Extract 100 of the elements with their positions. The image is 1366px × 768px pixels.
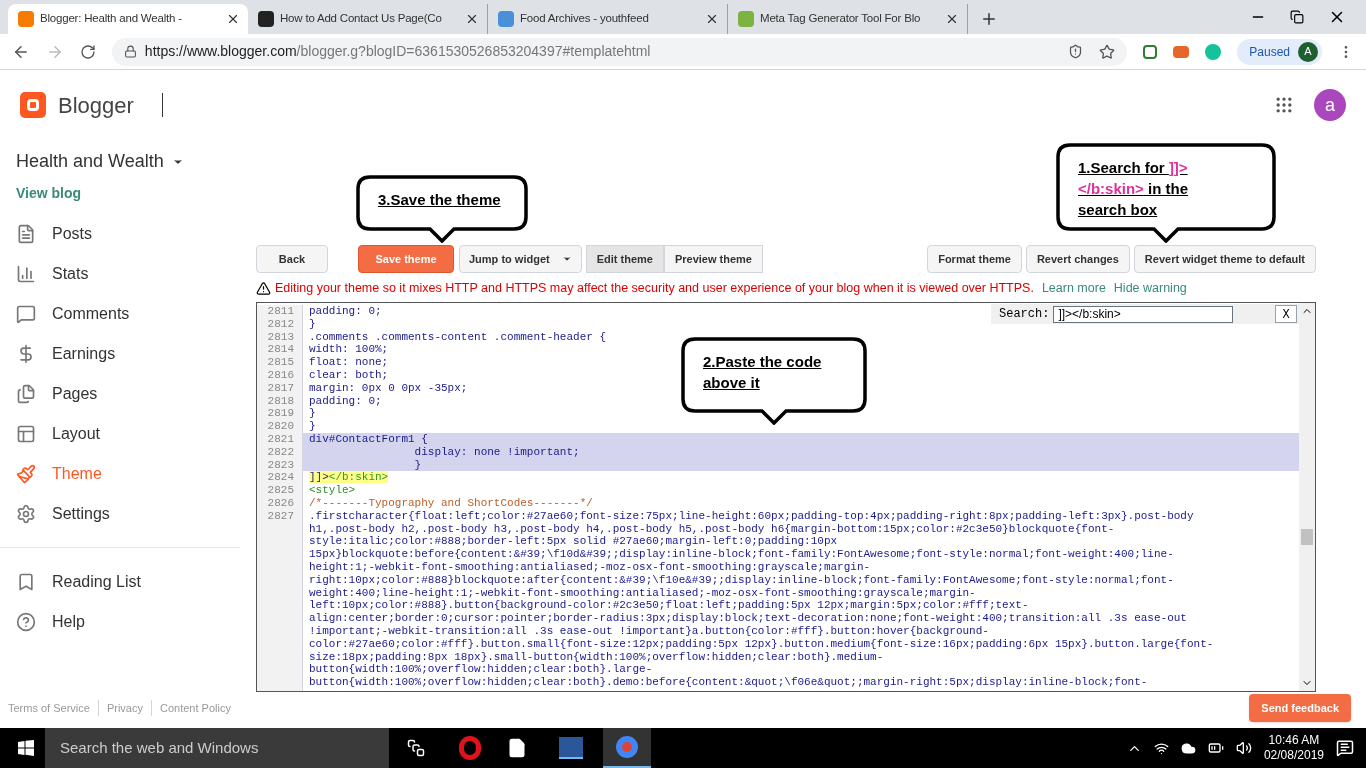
file-icon[interactable] xyxy=(507,738,527,758)
paintbrush-icon xyxy=(16,464,36,484)
caret-icon xyxy=(561,254,572,264)
code-line: padding: 0; xyxy=(309,305,382,318)
sidebar-item[interactable]: Comments xyxy=(0,294,240,334)
code-line: } xyxy=(309,317,316,331)
chrome-icon[interactable] xyxy=(616,736,638,758)
profile-button[interactable]: Paused A xyxy=(1237,38,1322,65)
toolbar-button[interactable]: Revert widget theme to default xyxy=(1133,245,1316,273)
windows-logo-icon[interactable] xyxy=(18,740,34,756)
extension-icon[interactable] xyxy=(1173,45,1190,58)
toolbar-button[interactable]: Revert changes xyxy=(1025,245,1130,273)
reload-icon[interactable] xyxy=(79,43,96,60)
warning-text: Editing your theme so it mixes HTTP and HTTPS may affect the security and user experience of your blog when it is viewed over HTTPS. xyxy=(275,279,1034,297)
lock-icon xyxy=(123,45,137,58)
code-line: <style> xyxy=(309,484,356,497)
code-line: } xyxy=(309,407,316,421)
volume-icon[interactable] xyxy=(1235,740,1252,756)
line-number: 2815 xyxy=(257,356,303,369)
browser-tab[interactable]: How to Add Contact Us Page(Co xyxy=(248,4,488,34)
close-search-button[interactable]: X xyxy=(1275,305,1297,323)
theme-mode-tab[interactable]: Edit theme xyxy=(585,245,664,273)
wifi-icon[interactable] xyxy=(1153,740,1169,756)
sidebar-item[interactable]: Pages xyxy=(0,374,240,414)
line-number: 2824 xyxy=(257,471,303,485)
code-editor[interactable] xyxy=(256,302,1316,692)
code-line: /*-------Typography and ShortCodes-------*/ xyxy=(309,496,593,510)
tab-title: Food Archives - youthfeed xyxy=(520,11,649,27)
taskbar-search-field[interactable]: Search the web and Windows xyxy=(45,728,389,768)
sidebar-item[interactable]: Stats xyxy=(0,254,240,294)
search-label: Search: xyxy=(999,306,1050,323)
battery-icon[interactable] xyxy=(1207,740,1224,756)
apps-icon[interactable] xyxy=(1274,95,1294,115)
line-number: 2825 xyxy=(257,484,303,497)
scrollbar[interactable] xyxy=(1299,303,1315,691)
code-line: float: none; xyxy=(309,356,389,369)
line-number: 2811 xyxy=(257,305,303,318)
code-line: .comments .comments-content .comment-header { xyxy=(309,330,607,344)
task-view-icon[interactable] xyxy=(407,739,425,757)
callout-text: 3.Save the theme xyxy=(378,190,501,210)
url-text: https://www.blogger.com/blogger.g?blogID=6361530526853204397#templatehtml xyxy=(144,42,651,61)
theme-mode-tab[interactable]: Preview theme xyxy=(663,245,763,273)
jump-to-widget-button[interactable]: Jump to widget xyxy=(459,245,582,273)
tab-title: Meta Tag Generator Tool For Blo xyxy=(760,11,921,27)
new-tab-icon[interactable] xyxy=(980,10,998,28)
cloud-icon[interactable] xyxy=(1180,740,1196,756)
close-icon[interactable] xyxy=(705,12,719,26)
blog-selector[interactable]: Health and Wealth xyxy=(0,148,240,175)
line-number: 2820 xyxy=(257,420,303,433)
clock-date: 02/08/2019 xyxy=(1263,748,1324,763)
account-avatar[interactable]: a xyxy=(1314,89,1346,121)
sidebar-item[interactable]: Settings xyxy=(0,494,240,534)
close-icon[interactable] xyxy=(465,12,479,26)
address-field[interactable]: https://www.blogger.com/blogger.g?blogID=6361530526853204397#templatehtml xyxy=(111,37,1128,66)
hide-warning-link[interactable]: Hide warning xyxy=(1113,278,1187,298)
search-field[interactable]: ]]></b:skin> xyxy=(1053,305,1234,323)
sidebar-item[interactable]: Earnings xyxy=(0,334,240,374)
extension-icon[interactable] xyxy=(1143,44,1158,59)
bar-chart-icon xyxy=(16,264,36,284)
learn-more-link[interactable]: Learn more xyxy=(1041,278,1106,298)
code-line: } xyxy=(309,420,316,433)
code-line: ]]></b:skin> xyxy=(309,471,389,485)
pages-icon xyxy=(16,384,36,404)
browser-tab[interactable]: Meta Tag Generator Tool For Blo xyxy=(728,4,968,34)
scroll-thumb[interactable] xyxy=(1301,529,1313,545)
document-icon xyxy=(16,224,36,244)
opera-icon[interactable] xyxy=(459,736,481,760)
speech-bubble-icon xyxy=(16,304,36,324)
star-icon[interactable] xyxy=(1099,43,1116,60)
back-button[interactable]: Back xyxy=(256,245,328,273)
line-number: 2827 xyxy=(257,509,303,689)
code-line: clear: both; xyxy=(309,369,389,382)
settings-icon xyxy=(16,504,36,524)
code-line: width: 100%; xyxy=(309,343,389,357)
browser-tab[interactable]: Food Archives - youthfeed xyxy=(488,4,728,34)
warning-icon xyxy=(256,280,271,296)
word-icon[interactable] xyxy=(559,737,583,759)
callout-text: 2.Paste the code above it xyxy=(703,352,823,393)
close-icon[interactable] xyxy=(945,12,959,26)
close-icon[interactable] xyxy=(226,12,240,26)
sidebar-item[interactable]: Posts xyxy=(0,214,240,254)
notification-icon[interactable] xyxy=(1336,739,1354,757)
layout-icon xyxy=(16,424,36,444)
tab-title: How to Add Contact Us Page(Co xyxy=(280,11,442,27)
restore-icon[interactable] xyxy=(1290,10,1304,24)
toolbar-button[interactable]: Format theme xyxy=(927,245,1022,273)
sidebar-item[interactable]: Reading List xyxy=(0,562,240,602)
sidebar-item[interactable]: Help xyxy=(0,602,240,642)
help-icon xyxy=(16,612,36,632)
code-line: .firstcharacter{float:left;color:#27ae60;font-size:75px;line-height:60px;padding-top:4px;padding-right:8px;padding-left:3px}.post-body h1,.post-body h2,.post-body h3,.post-body h4,.post-body h5,.post-body h6{margin-bottom:15px;color:#2c3e50}blockquote{font- style:italic;color:#888;border-left:5px solid #27ae60;margin-left:0;padding:10px 15px}blockquote:before{content:&#39;\f10d&#39;;display:inline-block;font-family:FontAwesome;font-style:normal;font-weight:400;line- height:1;-webkit-font-smoothing:antialiased;-moz-osx-font-smoothing:grayscale;margin- right:10px;color:#888}blockquote:after{content:&#39;\f10e&#39;;display:inline-block;font-family:FontAwesome;font-style:normal;font- weight:400;line-height:1;-webkit-font-smoothing:antialiased;-moz-osx-font-smoothing:grayscale;margin- left:10px;color:#888}.button{background-color:#2c3e50;float:left;padding:5px 12px;margin:5px;color:#fff;text- align:center;border:0;cursor:pointer;border-radius:3px;display:block;text-decoration:none;font-weight:400;transition:all .3s ease-out !important;-webkit-transition:all .3s ease-out !important}a.button{color:#fff}.button:hover{background- color:#27ae60;color:#fff}.button.small{font-size:12px;padding:5px 12px}.button.medium{font-size:16px;padding:6px 15px}.button.large{font- size:18px;padding:8px 18px}.small-button{width:100%;overflow:hidden;clear:both}.medium- button{width:100%;overflow:hidden;clear:both}.large- button{width:100%;overflow:hidden;clear:both}.demo:before{content:&quot;\f06e&quot;;margin-right:5px;display:inline-block;font- xyxy=(309,509,1214,689)
browser-tab[interactable]: Blogger: Health and Wealth - xyxy=(8,4,248,34)
line-number: 2819 xyxy=(257,407,303,421)
shield-icon[interactable] xyxy=(1068,44,1084,59)
clock-time: 10:46 AM xyxy=(1268,733,1320,748)
view-blog-link[interactable]: View blog xyxy=(0,183,240,204)
code-line: margin: 0px 0 0px -35px; xyxy=(309,381,468,395)
blogger-logo-icon xyxy=(20,92,46,118)
callout-text: 1.Search for ]]></b:skin> in the search box xyxy=(1078,158,1190,220)
sidebar-item[interactable]: Layout xyxy=(0,414,240,454)
app-name: Blogger xyxy=(58,91,134,120)
